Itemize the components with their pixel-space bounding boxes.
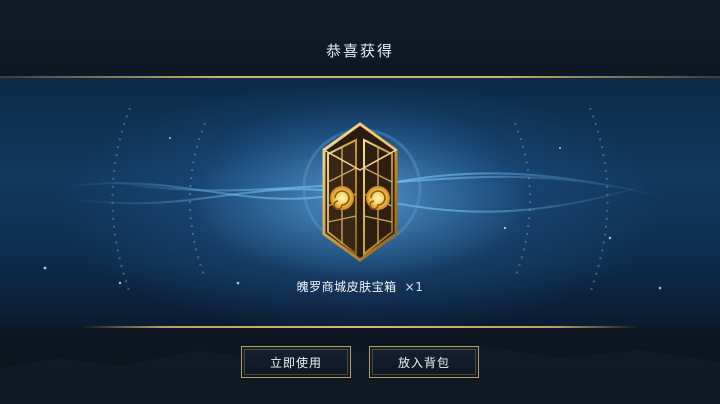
reward-dialog: 恭喜获得 魄罗商城皮肤宝箱 ×1 立即使用 放入背包 — [0, 0, 720, 404]
reward-item-name: 魄罗商城皮肤宝箱 — [296, 280, 397, 294]
use-now-button[interactable]: 立即使用 — [241, 346, 351, 378]
reward-label: 魄罗商城皮肤宝箱 ×1 — [0, 278, 720, 295]
put-in-bag-button[interactable]: 放入背包 — [369, 346, 479, 378]
dialog-title: 恭喜获得 — [325, 42, 394, 60]
dialog-footer — [0, 328, 720, 404]
dialog-header: 恭喜获得 — [0, 0, 720, 78]
reward-quantity: ×1 — [404, 280, 424, 294]
reward-banner: 魄罗商城皮肤宝箱 ×1 — [0, 78, 720, 326]
mountain-silhouette — [0, 346, 720, 404]
